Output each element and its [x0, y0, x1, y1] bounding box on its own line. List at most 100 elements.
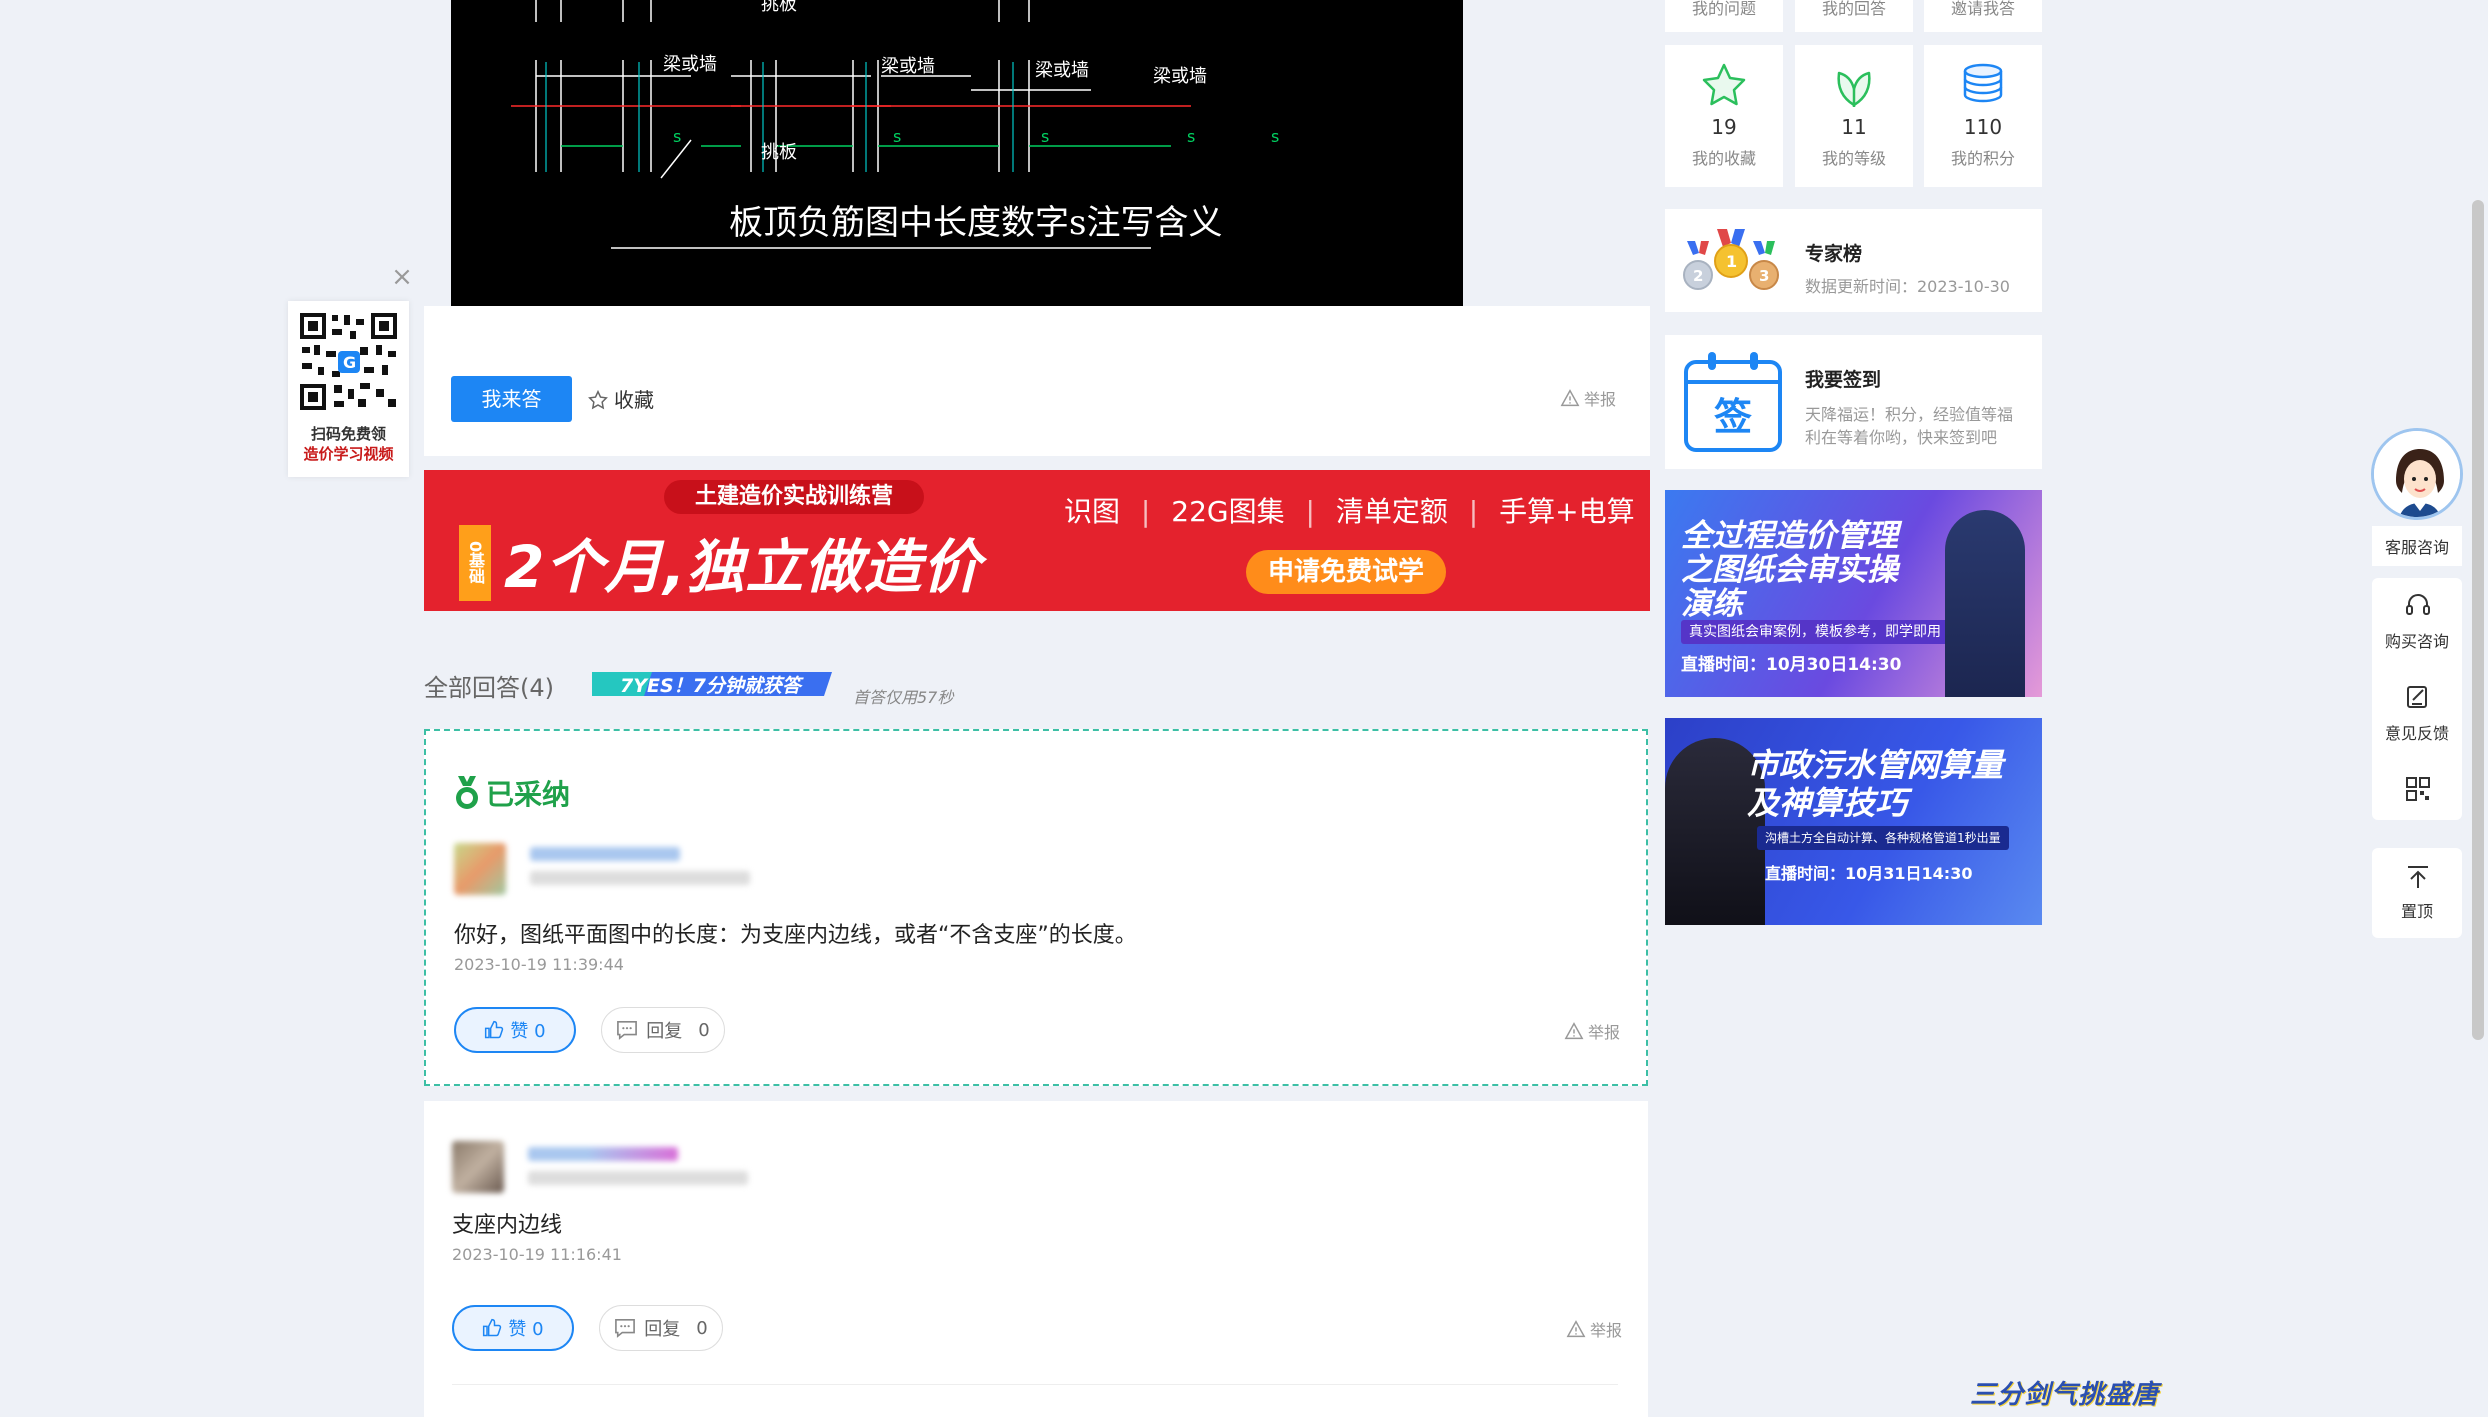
toolbar-label: 意见反馈 — [2384, 724, 2449, 743]
calendar-icon-text: 签 — [1714, 395, 1752, 439]
free-trial-button[interactable]: 申请免费试学 — [1246, 550, 1446, 594]
checkin-card[interactable]: 签 我要签到 天降福运！积分，经验值等福利在等着你哟，快来签到吧 — [1665, 335, 2042, 469]
qr-code-button[interactable] — [2372, 764, 2462, 820]
username-blurred[interactable] — [528, 1147, 678, 1161]
yes-badge: 7YES！7分钟就获答 — [592, 666, 838, 702]
drawing-label: 挑板 — [761, 0, 797, 15]
link-label: 我的回答 — [1821, 0, 1886, 18]
question-card-footer — [424, 306, 1650, 456]
qr-code-icon — [2406, 777, 2430, 801]
toolbar-label: 客服咨询 — [2384, 538, 2449, 557]
answer-button[interactable]: 我来答 — [451, 376, 572, 422]
leaf-icon — [1837, 71, 1871, 107]
report-link[interactable]: 举报 — [1560, 386, 1616, 410]
checkin-title: 我要签到 — [1805, 369, 1882, 391]
qr-popup[interactable]: G 扫码免费领 造价学习视频 — [288, 301, 409, 477]
reply-button[interactable]: 回复 0 — [601, 1007, 725, 1053]
drawing-dimension: s — [673, 127, 681, 146]
my-points-stat[interactable]: 110 我的积分 — [1924, 45, 2042, 187]
toolbar-label: 购买咨询 — [2384, 632, 2449, 651]
stat-label: 我的积分 — [1950, 149, 2015, 168]
close-icon[interactable]: × — [390, 264, 414, 290]
banner-subjects: 识图 | 22G图集 | 清单定额 | 手算+电算 | 组价 — [1064, 495, 1635, 528]
svg-text:G: G — [343, 353, 356, 372]
star-icon — [588, 390, 608, 410]
drawing-label: 梁或墙 — [663, 54, 717, 75]
answer-content: 支座内边线 — [452, 1213, 563, 1238]
qr-text-line2: 造价学习视频 — [303, 445, 394, 463]
like-button[interactable]: 赞 0 — [454, 1007, 576, 1053]
report-link[interactable]: 举报 — [1566, 1317, 1622, 1341]
experts-update-time: 数据更新时间：2023-10-30 — [1805, 277, 2010, 296]
drawing-label: 挑板 — [761, 142, 797, 163]
banner-badge: 0基础 — [459, 525, 491, 601]
service-agent-icon — [2374, 431, 2460, 517]
reply-count: 0 — [696, 1317, 708, 1339]
report-link[interactable]: 举报 — [1564, 1019, 1620, 1043]
promo-live-time: 直播时间：10月30日14:30 — [1681, 655, 1902, 675]
qr-text-line1: 扫码免费领 — [310, 425, 386, 443]
reply-count: 0 — [698, 1019, 710, 1041]
promo-banner-municipal[interactable]: 市政污水管网算量 及神算技巧 沟槽土方全自动计算、各种规格管道1秒出量 直播时间… — [1665, 718, 2042, 925]
edit-icon — [2407, 686, 2427, 708]
adopted-label: 已采纳 — [454, 773, 570, 813]
arrow-up-icon — [2408, 866, 2428, 888]
my-answers-link[interactable]: 我的回答 — [1795, 0, 1913, 32]
coins-icon — [1963, 63, 2003, 103]
comment-icon — [615, 1319, 636, 1338]
watermark-text: 三分剑气挑盛唐 — [1970, 1380, 2160, 1410]
all-answers-title: 全部回答(4) — [424, 674, 554, 702]
banner-camp-title: 土建造价实战训练营 — [664, 480, 924, 514]
medal-icon — [456, 776, 478, 809]
presenter-photo — [1945, 510, 2025, 697]
promo-pill: 沟槽土方全自动计算、各种规格管道1秒出量 — [1757, 826, 2009, 850]
yes-badge-text: 7YES！7分钟就获答 — [620, 675, 801, 697]
feedback-button[interactable]: 意见反馈 — [2372, 674, 2462, 754]
stat-value: 11 — [1841, 115, 1867, 139]
promo-live-time: 直播时间：10月31日14:30 — [1765, 864, 1973, 883]
warning-icon — [1560, 389, 1580, 407]
username-blurred[interactable] — [530, 847, 680, 861]
favorite-button[interactable]: 收藏 — [588, 385, 654, 415]
divider — [452, 1384, 1618, 1385]
my-level-stat[interactable]: 11 我的等级 — [1795, 45, 1913, 187]
training-camp-banner[interactable]: 土建造价实战训练营 0基础 2个月,独立做造价 识图 | 22G图集 | 清单定… — [424, 470, 1650, 611]
promo-title: 及神算技巧 — [1747, 784, 1908, 822]
back-to-top-button[interactable]: 置顶 — [2372, 848, 2462, 938]
drawing-label: 梁或墙 — [881, 56, 935, 77]
link-label: 我的问题 — [1691, 0, 1756, 18]
link-label: 邀请我答 — [1950, 0, 2015, 18]
question-drawing-image: 梁或墙 梁或墙 梁或墙 梁或墙 挑板 挑板 s s s s s 板顶负筋图中长度… — [451, 0, 1463, 306]
promo-title: 演练 — [1681, 586, 1743, 622]
promo-banner-review[interactable]: 全过程造价管理 之图纸会审实操 演练 真实图纸会审案例，模板参考，即学即用 直播… — [1665, 490, 2042, 697]
invited-answers-link[interactable]: 邀请我答 — [1924, 0, 2042, 32]
answer-time: 2023-10-19 11:39:44 — [454, 955, 624, 974]
svg-text:2: 2 — [1693, 267, 1703, 285]
customer-service-button[interactable]: 客服咨询 — [2372, 526, 2462, 566]
reply-label: 回复 — [644, 1319, 681, 1340]
customer-service-avatar[interactable] — [2371, 428, 2463, 520]
toolbar-group: 购买咨询 意见反馈 — [2372, 578, 2462, 820]
favorite-label: 收藏 — [614, 388, 654, 412]
drawing-dimension: s — [1187, 127, 1195, 146]
svg-text:1: 1 — [1726, 252, 1737, 271]
report-label: 举报 — [1587, 1023, 1620, 1042]
reply-button[interactable]: 回复 0 — [599, 1305, 723, 1351]
buy-consult-button[interactable]: 购买咨询 — [2372, 578, 2462, 658]
avatar[interactable] — [454, 843, 506, 895]
banner-subject: 识图 — [1064, 495, 1121, 528]
medals-icon: 1 2 3 — [1683, 229, 1779, 290]
scrollbar-thumb[interactable] — [2472, 200, 2484, 1040]
experts-title: 专家榜 — [1805, 243, 1863, 265]
my-questions-link[interactable]: 我的问题 — [1665, 0, 1783, 32]
promo-pill: 真实图纸会审案例，模板参考，即学即用 — [1681, 620, 1949, 644]
drawing-caption: 板顶负筋图中长度数字s注写含义 — [729, 203, 1222, 243]
avatar[interactable] — [452, 1141, 504, 1193]
experts-ranking-card[interactable]: 1 2 3 专家榜 数据更新时间：2023-10-30 — [1665, 209, 2042, 312]
answer-content: 你好，图纸平面图中的长度：为支座内边线，或者“不含支座”的长度。 — [454, 923, 1137, 948]
my-favorites-stat[interactable]: 19 我的收藏 — [1665, 45, 1783, 187]
like-button[interactable]: 赞 0 — [452, 1305, 574, 1351]
user-meta-blurred — [530, 871, 750, 885]
stat-value: 19 — [1711, 115, 1737, 139]
warning-icon — [1566, 1320, 1586, 1338]
